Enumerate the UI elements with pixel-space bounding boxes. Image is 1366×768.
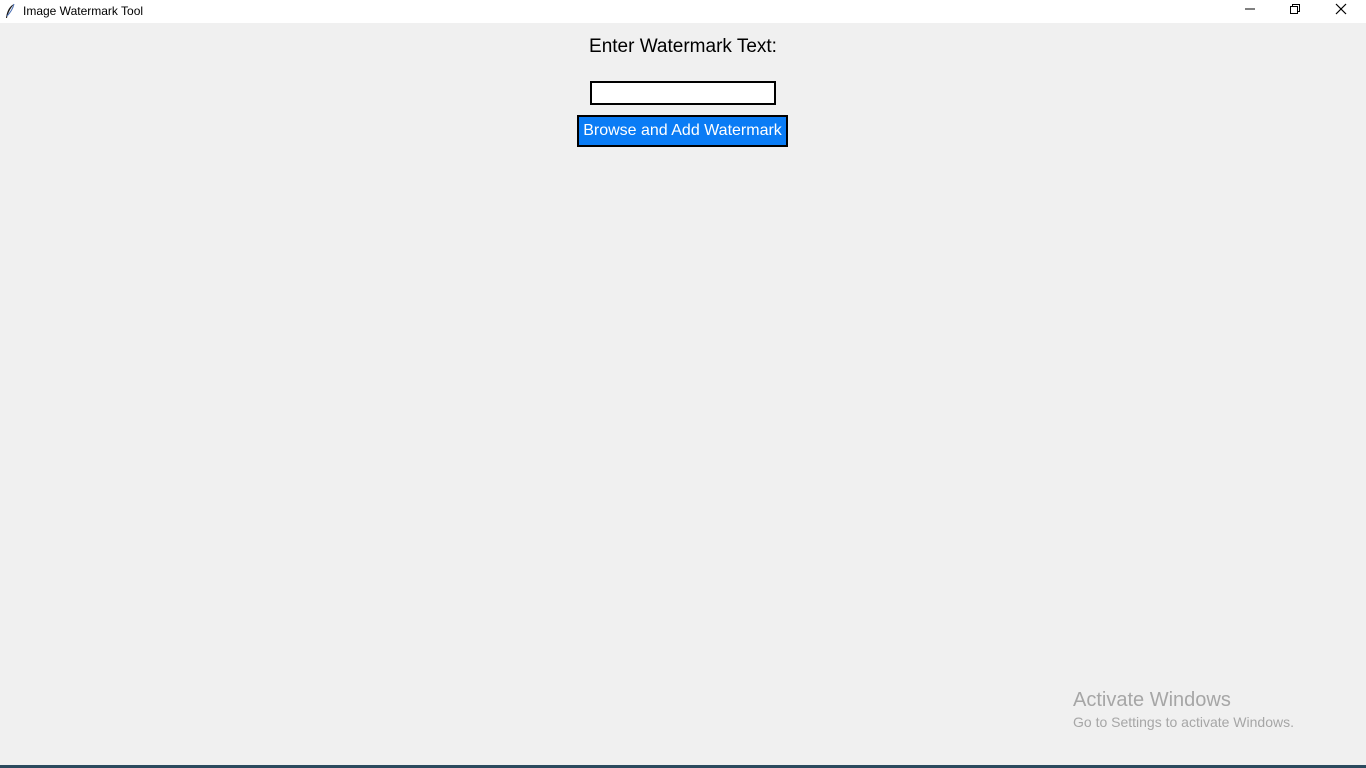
browse-add-watermark-button[interactable]: Browse and Add Watermark bbox=[577, 115, 788, 147]
activate-windows-subtitle: Go to Settings to activate Windows. bbox=[1073, 714, 1294, 730]
restore-icon bbox=[1289, 2, 1301, 20]
activate-windows-title: Activate Windows bbox=[1073, 689, 1231, 711]
app-window: Image Watermark Tool Enter Watermark Tex… bbox=[0, 0, 1366, 768]
watermark-text-label: Enter Watermark Text: bbox=[589, 36, 777, 57]
title-bar[interactable]: Image Watermark Tool bbox=[0, 0, 1366, 23]
watermark-text-input[interactable] bbox=[590, 81, 776, 105]
window-title: Image Watermark Tool bbox=[23, 4, 144, 18]
minimize-button[interactable] bbox=[1227, 0, 1273, 22]
close-icon bbox=[1335, 2, 1347, 20]
close-button[interactable] bbox=[1318, 0, 1364, 22]
feather-icon bbox=[4, 3, 16, 20]
minimize-icon bbox=[1244, 2, 1256, 20]
maximize-button[interactable] bbox=[1272, 0, 1318, 22]
activate-windows-notice: Activate Windows Go to Settings to activ… bbox=[1073, 689, 1294, 731]
